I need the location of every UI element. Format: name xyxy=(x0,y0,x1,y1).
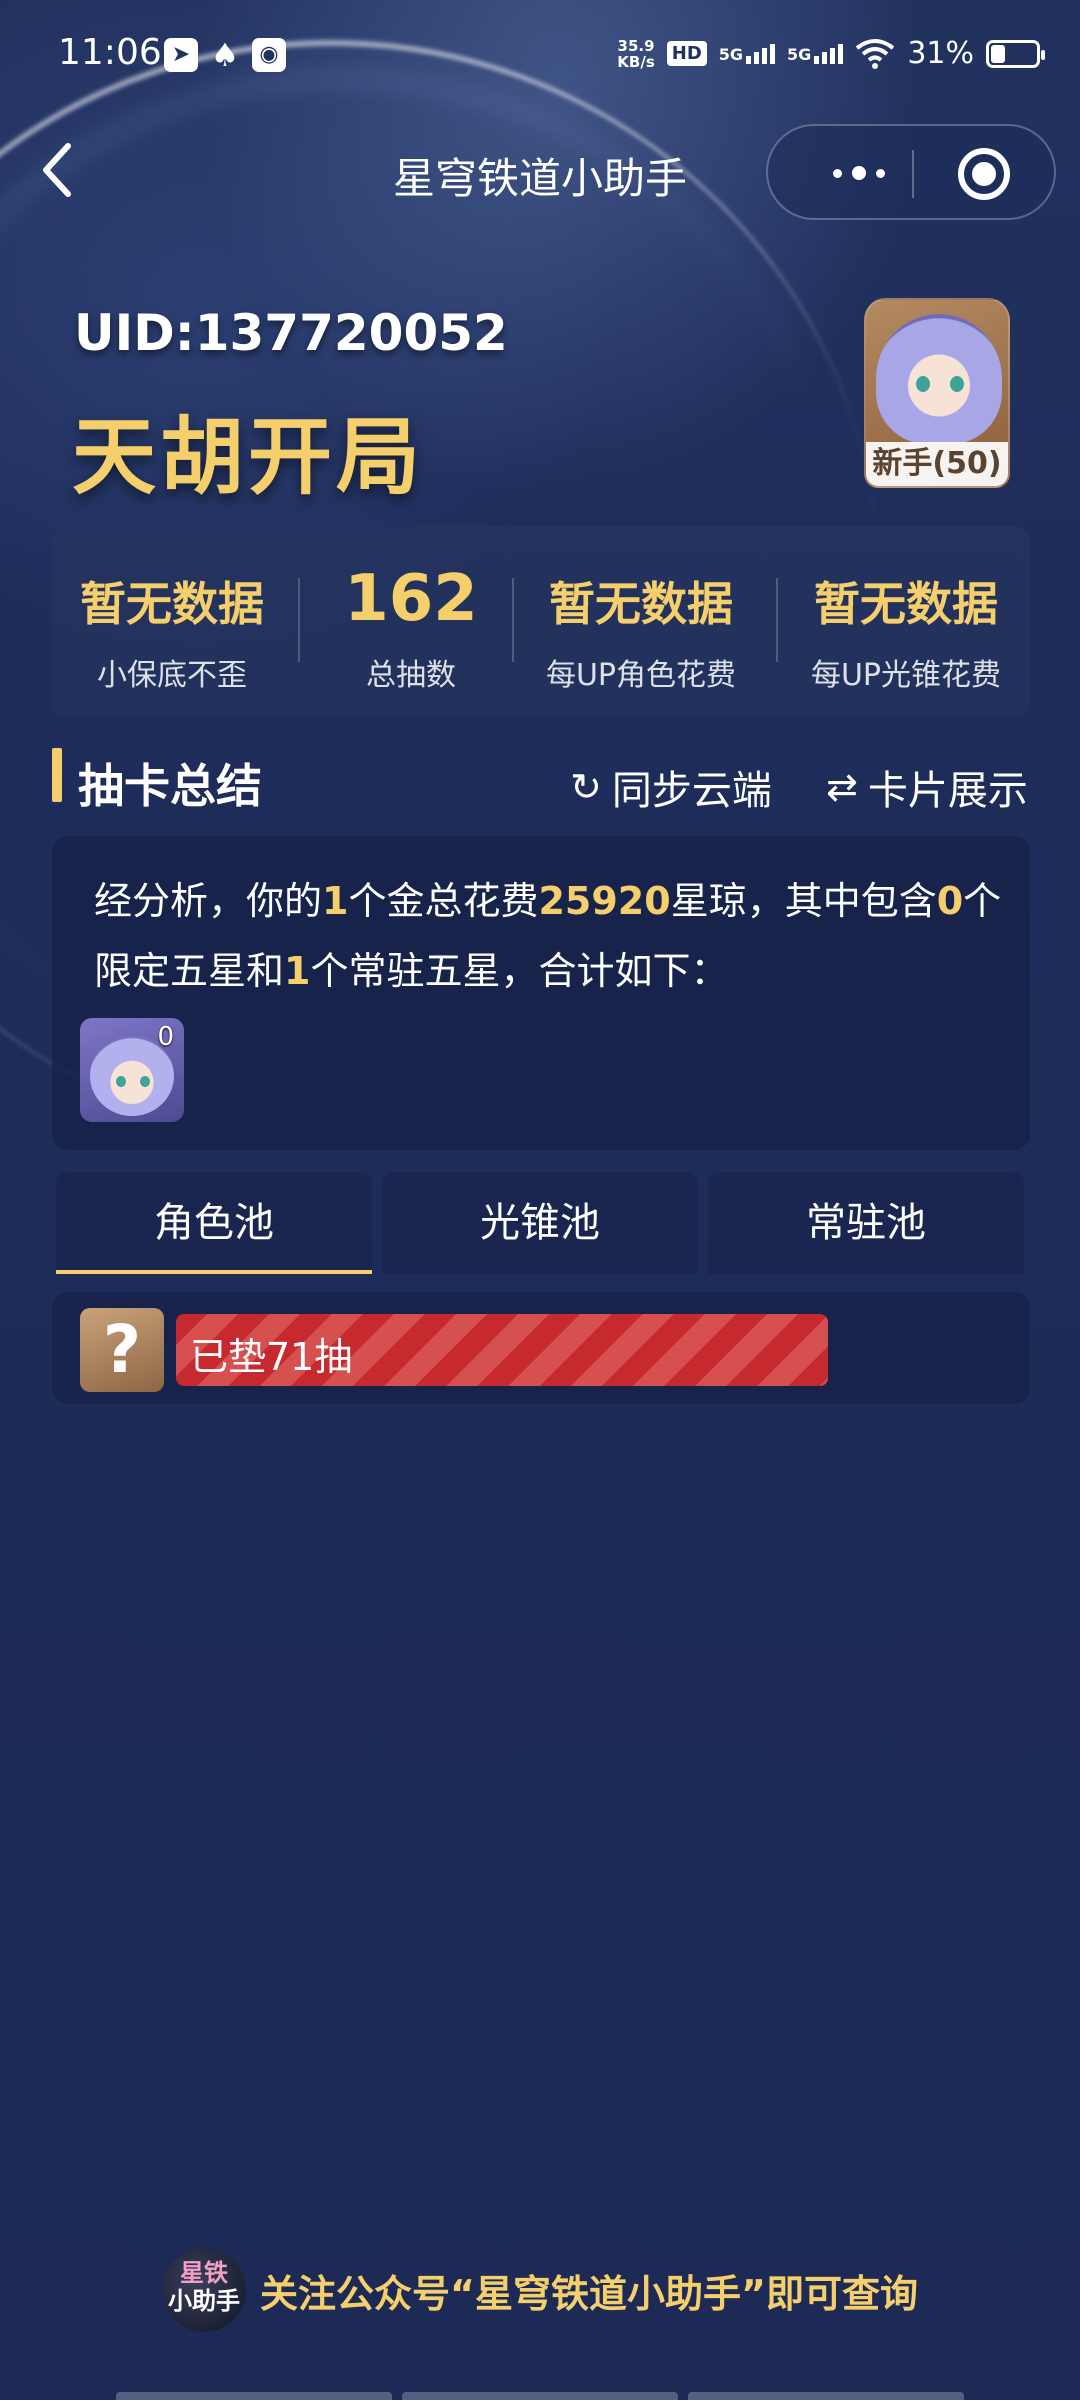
summary-text: 经分析，你的1个金总花费25920星琼，其中包含0个限定五星和1个常驻五星，合计… xyxy=(94,879,1002,993)
miniprogram-capsule xyxy=(766,124,1056,220)
summary-card: 经分析，你的1个金总花费25920星琼，其中包含0个限定五星和1个常驻五星，合计… xyxy=(52,836,1030,1150)
stat-small-pity: 暂无数据 小保底不歪 xyxy=(80,577,264,693)
battery-icon xyxy=(986,39,1045,68)
battery-percent: 31% xyxy=(907,36,974,71)
section-accent xyxy=(52,748,62,802)
app-notification-icon: ◉ xyxy=(252,38,286,72)
tab-standard-pool[interactable]: 常驻池 xyxy=(708,1172,1024,1274)
character-thumbnail[interactable]: 0 xyxy=(80,1018,184,1122)
stat-divider xyxy=(512,578,514,662)
signal-icon: 5G xyxy=(719,43,776,64)
character-count: 0 xyxy=(157,1022,174,1052)
unknown-character-icon: ? xyxy=(80,1308,164,1392)
signal-icon: 5G xyxy=(787,43,844,64)
more-icon[interactable] xyxy=(814,158,904,188)
stat-up-lightcone-cost: 暂无数据 每UP光锥花费 xyxy=(810,577,1002,693)
avatar[interactable]: 新手(50) xyxy=(864,298,1010,488)
card-display-button[interactable]: ⇄ 卡片展示 xyxy=(826,758,1028,816)
swap-icon: ⇄ xyxy=(826,765,858,809)
wifi-icon xyxy=(856,38,895,69)
stat-up-character-cost: 暂无数据 每UP角色花费 xyxy=(545,577,737,693)
telegram-icon: ➤ xyxy=(164,38,198,72)
refresh-icon: ↻ xyxy=(570,765,602,809)
tab-character-pool[interactable]: 角色池 xyxy=(56,1172,372,1274)
footer-text: 关注公众号“星穹铁道小助手”即可查询 xyxy=(260,2271,918,2316)
app-logo: 星铁 小助手 xyxy=(162,2248,247,2332)
status-bar: 11:06 ➤ ♠ ◉ 35.9 KB/s HD 5G 5G 31% xyxy=(0,0,1080,110)
pity-row: ? 已垫71抽 xyxy=(52,1292,1030,1404)
hd-icon: HD xyxy=(666,41,707,66)
stats-card: 暂无数据 小保底不歪 162 总抽数 暂无数据 每UP角色花费 暂无数据 每UP… xyxy=(52,526,1030,716)
stat-total-pulls: 162 总抽数 xyxy=(344,562,478,693)
bottom-indicator xyxy=(116,2392,964,2400)
pity-text: 已垫71抽 xyxy=(190,1335,353,1379)
qq-icon: ♠ xyxy=(210,36,240,74)
net-speed: 35.9 KB/s xyxy=(617,36,655,71)
close-miniprogram-icon[interactable] xyxy=(958,148,1010,200)
capsule-divider xyxy=(912,150,914,198)
stat-divider xyxy=(776,578,778,662)
sync-cloud-button[interactable]: ↻ 同步云端 xyxy=(570,758,772,816)
stat-divider xyxy=(298,578,300,662)
account-rating-title: 天胡开局 xyxy=(72,408,425,506)
uid-label: UID:137720052 xyxy=(74,304,508,362)
section-title: 抽卡总结 xyxy=(78,759,262,813)
status-right: 35.9 KB/s HD 5G 5G 31% xyxy=(617,36,1045,71)
avatar-character xyxy=(876,314,1002,444)
pity-progress-bar: 已垫71抽 xyxy=(176,1314,828,1386)
tab-lightcone-pool[interactable]: 光锥池 xyxy=(382,1172,698,1274)
footer: 星铁 小助手 关注公众号“星穹铁道小助手”即可查询 xyxy=(0,2248,1080,2332)
avatar-badge: 新手(50) xyxy=(866,442,1008,486)
status-time: 11:06 xyxy=(58,32,162,73)
